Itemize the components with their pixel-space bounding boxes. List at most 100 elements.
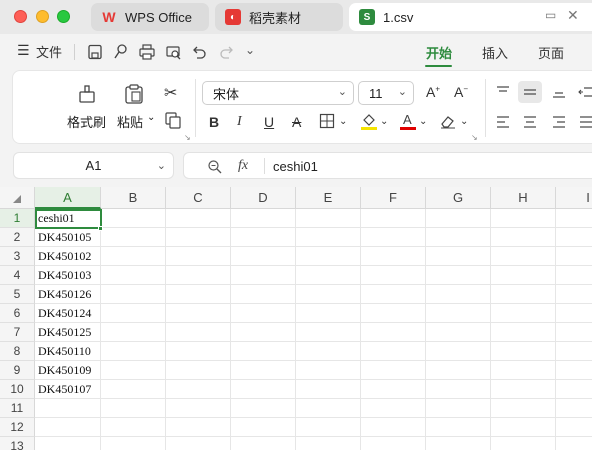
cell-g2[interactable] <box>426 228 491 247</box>
format-painter-icon[interactable] <box>76 83 98 105</box>
font-name-select[interactable]: 宋体 ⌄ <box>202 81 354 105</box>
cell-b13[interactable] <box>101 437 166 450</box>
cell-i4[interactable] <box>556 266 592 285</box>
cell-b7[interactable] <box>101 323 166 342</box>
cell-e13[interactable] <box>296 437 361 450</box>
cell-c12[interactable] <box>166 418 231 437</box>
align-center-icon[interactable] <box>522 114 538 130</box>
cell-f3[interactable] <box>361 247 426 266</box>
align-bottom-icon[interactable] <box>551 84 567 100</box>
cell-c13[interactable] <box>166 437 231 450</box>
cell-d6[interactable] <box>231 304 296 323</box>
cell-f6[interactable] <box>361 304 426 323</box>
cell-g3[interactable] <box>426 247 491 266</box>
chevron-down-icon[interactable]: ⌄ <box>245 43 255 57</box>
bold-button[interactable]: B <box>209 114 219 130</box>
cell-g11[interactable] <box>426 399 491 418</box>
cell-d10[interactable] <box>231 380 296 399</box>
cell-h10[interactable] <box>491 380 556 399</box>
column-header-d[interactable]: D <box>231 187 296 209</box>
column-header-c[interactable]: C <box>166 187 231 209</box>
save-icon[interactable] <box>86 43 104 61</box>
chevron-down-icon[interactable]: ⌄ <box>380 116 388 127</box>
cell-e9[interactable] <box>296 361 361 380</box>
cell-b5[interactable] <box>101 285 166 304</box>
cell-h1[interactable] <box>491 209 556 228</box>
cell-c10[interactable] <box>166 380 231 399</box>
cell-d1[interactable] <box>231 209 296 228</box>
row-header-2[interactable]: 2 <box>0 228 35 247</box>
dialog-launcher-icon[interactable]: ↘ <box>471 133 478 142</box>
cell-i1[interactable] <box>556 209 592 228</box>
border-icon[interactable] <box>319 113 335 129</box>
cell-i6[interactable] <box>556 304 592 323</box>
cell-h13[interactable] <box>491 437 556 450</box>
cell-i2[interactable] <box>556 228 592 247</box>
cell-e1[interactable] <box>296 209 361 228</box>
cell-h5[interactable] <box>491 285 556 304</box>
cell-i8[interactable] <box>556 342 592 361</box>
dialog-launcher-icon[interactable]: ↘ <box>184 133 191 142</box>
tab-page[interactable]: 页面 <box>538 43 564 62</box>
scissors-icon[interactable]: ✂ <box>164 83 177 103</box>
cell-a13[interactable] <box>35 437 101 450</box>
chevron-down-icon[interactable]: ⌄ <box>147 112 155 123</box>
cell-f12[interactable] <box>361 418 426 437</box>
cell-h7[interactable] <box>491 323 556 342</box>
align-right-icon[interactable] <box>551 114 567 130</box>
cell-b4[interactable] <box>101 266 166 285</box>
select-all-corner[interactable] <box>0 187 35 209</box>
cell-e3[interactable] <box>296 247 361 266</box>
print-preview-icon[interactable] <box>164 43 182 61</box>
cell-a11[interactable] <box>35 399 101 418</box>
menu-icon[interactable]: ☰ <box>17 42 30 59</box>
cell-c4[interactable] <box>166 266 231 285</box>
cell-c2[interactable] <box>166 228 231 247</box>
column-header-e[interactable]: E <box>296 187 361 209</box>
cell-c9[interactable] <box>166 361 231 380</box>
fx-icon[interactable]: fx <box>238 158 248 174</box>
cell-e10[interactable] <box>296 380 361 399</box>
cell-f1[interactable] <box>361 209 426 228</box>
cell-g13[interactable] <box>426 437 491 450</box>
cell-e6[interactable] <box>296 304 361 323</box>
cell-c7[interactable] <box>166 323 231 342</box>
restore-icon[interactable]: ▭ <box>545 8 556 22</box>
cell-c5[interactable] <box>166 285 231 304</box>
eraser-icon[interactable] <box>439 113 457 129</box>
cell-f11[interactable] <box>361 399 426 418</box>
tab-1-csv[interactable]: S 1.csv ▭ ✕ <box>349 3 592 31</box>
cell-c6[interactable] <box>166 304 231 323</box>
align-top-icon[interactable] <box>495 84 511 100</box>
cell-b12[interactable] <box>101 418 166 437</box>
undo-icon[interactable] <box>190 43 208 61</box>
row-header-5[interactable]: 5 <box>0 285 35 304</box>
cell-e8[interactable] <box>296 342 361 361</box>
cell-b2[interactable] <box>101 228 166 247</box>
cell-g1[interactable] <box>426 209 491 228</box>
cell-f5[interactable] <box>361 285 426 304</box>
fill-color-icon[interactable] <box>360 111 378 131</box>
name-box[interactable]: A1 ⌄ <box>13 152 174 179</box>
cell-f4[interactable] <box>361 266 426 285</box>
cell-f10[interactable] <box>361 380 426 399</box>
cell-d7[interactable] <box>231 323 296 342</box>
row-header-7[interactable]: 7 <box>0 323 35 342</box>
tab-home[interactable]: 开始 <box>426 43 452 62</box>
cell-e11[interactable] <box>296 399 361 418</box>
chevron-down-icon[interactable]: ⌄ <box>419 116 427 127</box>
minimize-window-button[interactable] <box>36 10 49 23</box>
format-painter-label[interactable]: 格式刷 <box>67 112 106 131</box>
cell-e5[interactable] <box>296 285 361 304</box>
cell-f7[interactable] <box>361 323 426 342</box>
cell-i7[interactable] <box>556 323 592 342</box>
cell-b8[interactable] <box>101 342 166 361</box>
paste-label[interactable]: 粘贴 <box>117 112 143 131</box>
cell-e12[interactable] <box>296 418 361 437</box>
row-header-3[interactable]: 3 <box>0 247 35 266</box>
cell-d4[interactable] <box>231 266 296 285</box>
cell-i5[interactable] <box>556 285 592 304</box>
tab-docer[interactable]: ◐ 稻壳素材 <box>215 3 343 31</box>
italic-button[interactable]: I <box>237 114 242 130</box>
column-header-g[interactable]: G <box>426 187 491 209</box>
